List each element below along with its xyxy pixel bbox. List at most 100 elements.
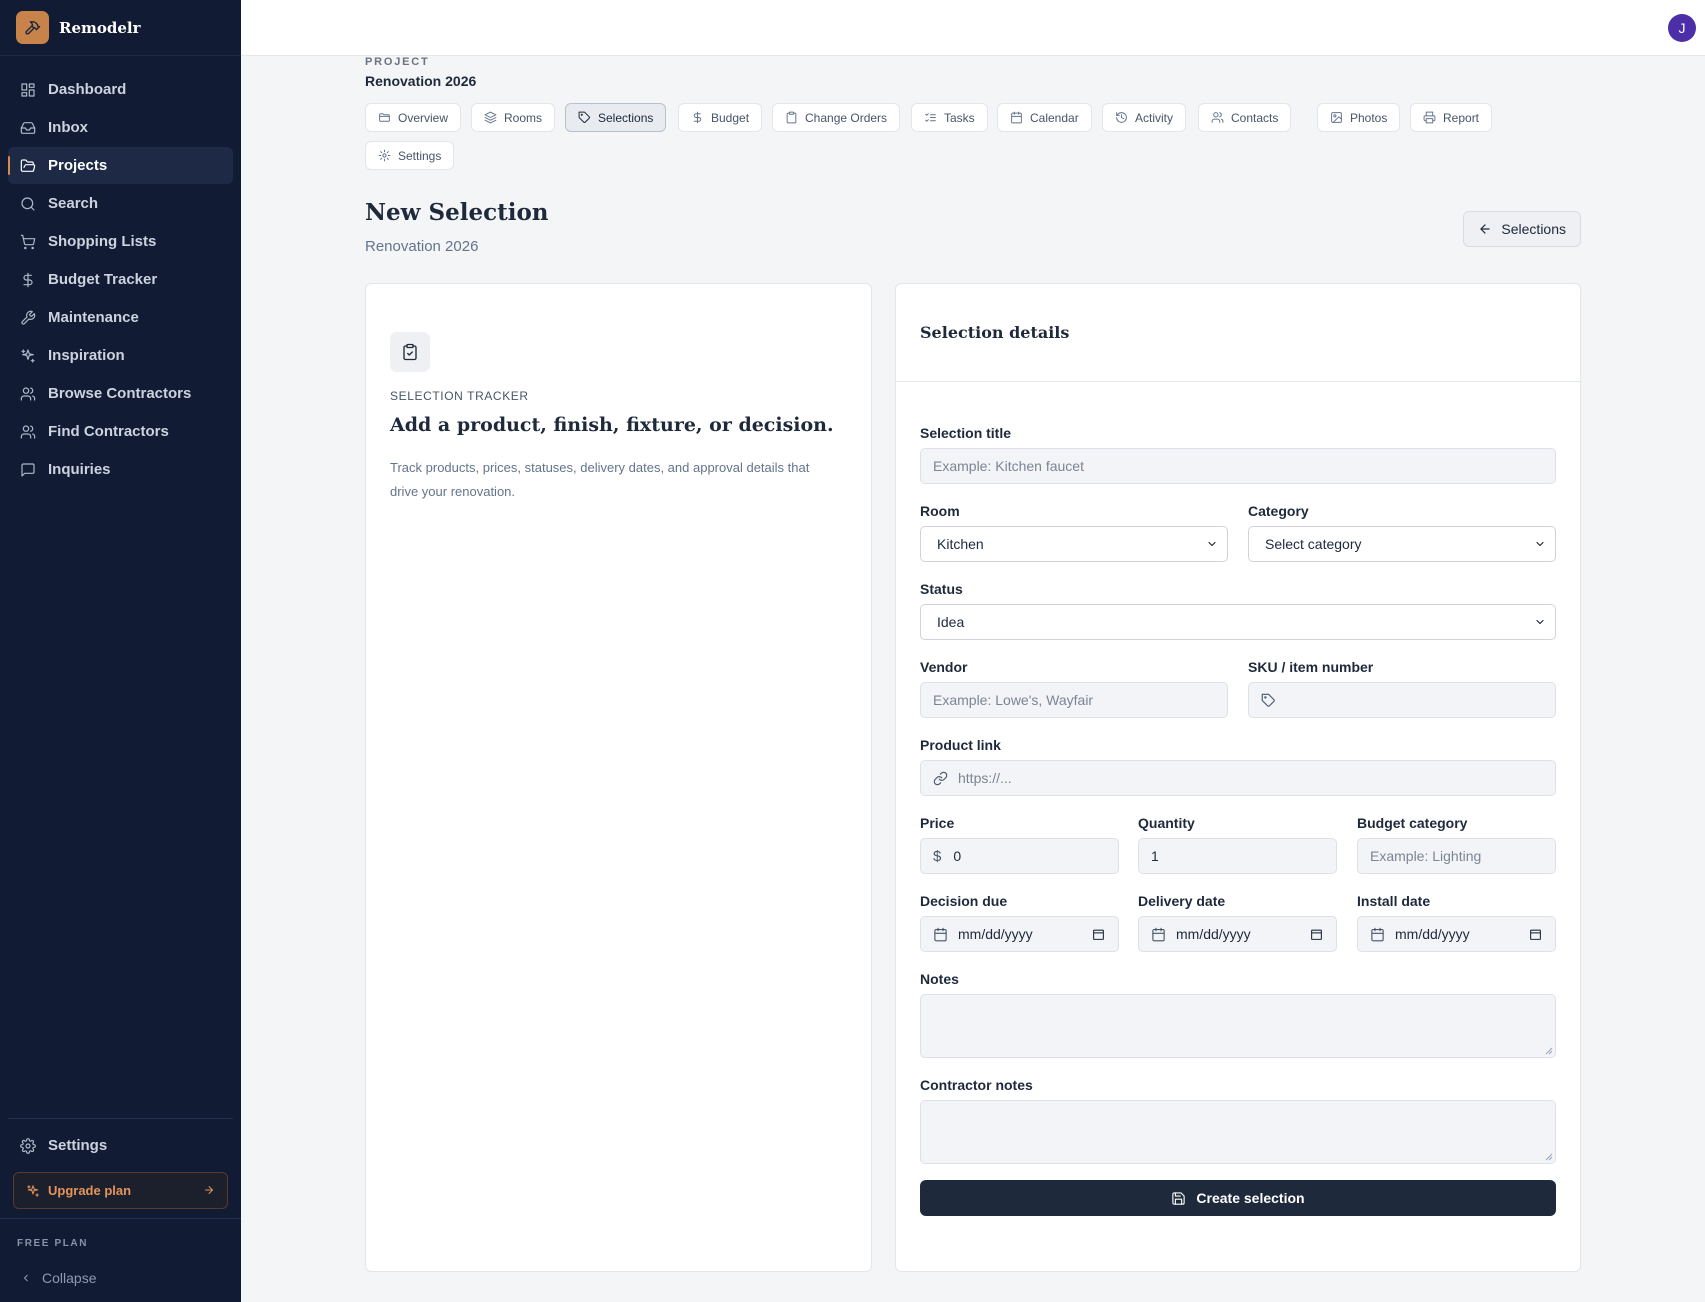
tab-change-orders[interactable]: Change Orders (772, 103, 901, 132)
message-icon (21, 462, 35, 477)
tracker-kicker: SELECTION TRACKER (390, 389, 529, 403)
sidebar-item-projects[interactable]: Projects (8, 147, 233, 184)
project-name: Renovation 2026 (365, 73, 477, 89)
status-label: Status (920, 581, 963, 597)
decision-due-input[interactable]: mm/dd/yyyy (920, 916, 1119, 952)
tab-contacts[interactable]: Contacts (1198, 103, 1292, 132)
arrow-left-icon (1480, 224, 1491, 234)
contractor-notes-textarea[interactable] (920, 1100, 1556, 1164)
product-link-placeholder: https://... (958, 770, 1012, 786)
tracker-description: Track products, prices, statuses, delive… (390, 460, 810, 499)
search-icon (21, 196, 35, 211)
chevron-down-icon (1208, 541, 1216, 547)
sidebar-nav: Dashboard Inbox Projects Search Shopping… (8, 71, 233, 489)
price-input[interactable]: $ 0 (920, 838, 1119, 874)
sidebar-item-settings[interactable]: Settings (8, 1127, 233, 1164)
sidebar-item-label: Shopping Lists (48, 233, 157, 250)
notes-label: Notes (920, 971, 959, 987)
tab-photos[interactable]: Photos (1317, 103, 1401, 132)
card-header: Selection details (896, 284, 1580, 382)
sidebar-item-budget-tracker[interactable]: Budget Tracker (8, 261, 233, 298)
sidebar-item-search[interactable]: Search (8, 185, 233, 222)
product-link-input[interactable]: https://... (920, 760, 1556, 796)
tab-tasks[interactable]: Tasks (911, 103, 988, 132)
sidebar-item-browse-contractors[interactable]: Browse Contractors (8, 375, 233, 412)
tab-label: Budget (711, 110, 750, 125)
tab-calendar[interactable]: Calendar (997, 103, 1092, 132)
selection-title-input[interactable]: Example: Kitchen faucet (920, 448, 1556, 484)
sidebar-item-shopping-lists[interactable]: Shopping Lists (8, 223, 233, 260)
sidebar-item-inspiration[interactable]: Inspiration (8, 337, 233, 374)
back-to-selections-button[interactable]: Selections (1463, 211, 1581, 247)
tab-rooms[interactable]: Rooms (471, 103, 556, 132)
brand[interactable]: Remodelr (0, 0, 241, 56)
tab-settings[interactable]: Settings (365, 141, 455, 170)
sidebar-divider (8, 1118, 233, 1119)
sidebar-item-inbox[interactable]: Inbox (8, 109, 233, 146)
gear-icon (20, 1137, 36, 1154)
clipboard-check-icon (390, 332, 430, 372)
quantity-input[interactable]: 1 (1138, 838, 1337, 874)
category-select[interactable]: Select category (1248, 526, 1556, 562)
collapse-button[interactable]: Collapse (20, 1270, 96, 1286)
list-checks-icon (925, 113, 936, 122)
card-title: Selection details (920, 323, 1070, 342)
calendar-picker-icon[interactable] (1529, 928, 1542, 941)
tab-label: Calendar (1030, 110, 1079, 125)
budget-category-input[interactable]: Example: Lighting (1357, 838, 1556, 874)
history-icon (1116, 112, 1127, 123)
page-title: New Selection (365, 199, 549, 226)
resize-handle-icon[interactable] (1545, 1047, 1553, 1055)
calendar-picker-icon[interactable] (1310, 928, 1323, 941)
layers-icon (484, 111, 497, 124)
sidebar-item-label: Inquiries (48, 461, 111, 478)
tab-label: Contacts (1231, 110, 1279, 125)
users-icon (1211, 112, 1224, 123)
sidebar-item-dashboard[interactable]: Dashboard (8, 71, 233, 108)
collapse-label: Collapse (42, 1270, 97, 1286)
image-icon (1331, 112, 1342, 123)
delivery-date-input[interactable]: mm/dd/yyyy (1138, 916, 1337, 952)
status-select-value: Idea (937, 614, 965, 630)
calendar-icon (1011, 111, 1022, 124)
selection-title-label: Selection title (920, 425, 1012, 441)
notes-textarea[interactable] (920, 994, 1556, 1058)
price-value: 0 (953, 848, 962, 864)
tab-report[interactable]: Report (1410, 103, 1493, 132)
install-date-label: Install date (1357, 893, 1431, 909)
create-selection-button[interactable]: Create selection (920, 1180, 1556, 1216)
save-icon (1172, 1191, 1186, 1205)
arrow-right-icon (205, 1186, 213, 1194)
dollar-icon: $ (933, 847, 942, 865)
tab-selections[interactable]: Selections (565, 103, 667, 132)
brand-name: Remodelr (59, 18, 141, 37)
sidebar-item-maintenance[interactable]: Maintenance (8, 299, 233, 336)
tab-overview[interactable]: Overview (365, 103, 462, 132)
printer-icon (1423, 111, 1436, 124)
upgrade-plan-button[interactable]: Upgrade plan (13, 1172, 228, 1209)
chevron-left-icon (23, 1274, 28, 1282)
calendar-icon (1371, 927, 1384, 941)
resize-handle-icon[interactable] (1545, 1153, 1553, 1161)
sku-input[interactable] (1248, 682, 1556, 718)
category-select-value: Select category (1265, 536, 1362, 552)
calendar-picker-icon[interactable] (1092, 928, 1105, 941)
folder-open-icon (379, 113, 390, 122)
create-selection-label: Create selection (1196, 1190, 1305, 1206)
tab-activity[interactable]: Activity (1102, 103, 1187, 132)
sidebar-item-label: Inspiration (48, 347, 125, 364)
users-icon (20, 424, 36, 439)
vendor-input[interactable]: Example: Lowe's, Wayfair (920, 682, 1228, 718)
status-select[interactable]: Idea (920, 604, 1556, 640)
install-date-input[interactable]: mm/dd/yyyy (1357, 916, 1556, 952)
folder-icon (20, 158, 36, 172)
back-button-label: Selections (1501, 221, 1566, 237)
room-select[interactable]: Kitchen (920, 526, 1228, 562)
avatar[interactable]: J (1668, 14, 1696, 42)
tab-label: Activity (1135, 110, 1174, 125)
calendar-icon (1152, 927, 1165, 941)
quantity-label: Quantity (1138, 815, 1195, 831)
tab-budget[interactable]: Budget (678, 103, 763, 132)
sidebar-item-inquiries[interactable]: Inquiries (8, 451, 233, 488)
sidebar-item-find-contractors[interactable]: Find Contractors (8, 413, 233, 450)
